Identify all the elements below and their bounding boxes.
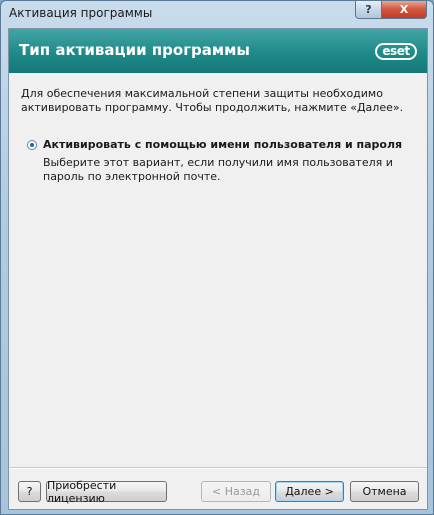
next-button[interactable]: Далее >	[275, 481, 344, 502]
dialog-body: Тип активации программы eset Для обеспеч…	[8, 28, 428, 510]
header-banner: Тип активации программы eset	[9, 29, 427, 73]
help-icon: ?	[365, 3, 372, 16]
back-button[interactable]: < Назад	[201, 481, 271, 502]
intro-text: Для обеспечения максимальной степени защ…	[21, 87, 404, 114]
titlebar-help-button[interactable]: ?	[355, 1, 382, 19]
eset-logo: eset	[375, 43, 417, 60]
footer-separator	[9, 467, 427, 469]
help-button[interactable]: ?	[18, 481, 41, 502]
buy-license-button[interactable]: Приобрести лицензию	[46, 479, 167, 505]
title-bar[interactable]: Активация программы ? X	[1, 1, 433, 27]
activation-window: Активация программы ? X Тип активации пр…	[0, 0, 434, 515]
activation-option-label[interactable]: Активировать с помощью имени пользовател…	[43, 138, 402, 151]
activation-option-radio[interactable]	[27, 140, 37, 150]
activation-option-description: Выберите этот вариант, если получили имя…	[43, 156, 393, 183]
page-title: Тип активации программы	[19, 41, 250, 59]
window-title: Активация программы	[9, 6, 153, 20]
close-icon: X	[399, 3, 409, 16]
titlebar-close-button[interactable]: X	[381, 1, 427, 19]
cancel-button[interactable]: Отмена	[350, 481, 419, 502]
